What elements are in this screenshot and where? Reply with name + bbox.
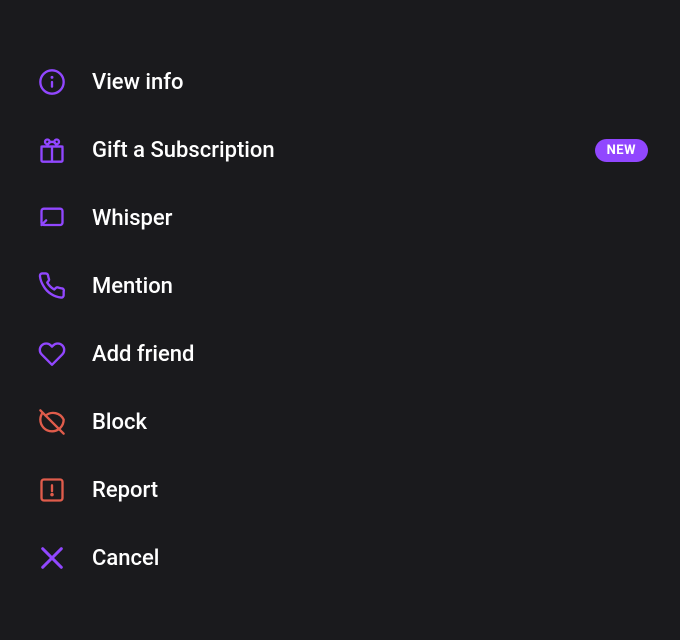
menu-label-mention: Mention: [92, 274, 173, 299]
phone-icon: [32, 266, 72, 306]
gift-icon: [32, 130, 72, 170]
context-menu: View info Gift a Subscription NEW Whispe…: [0, 38, 680, 602]
info-icon: [32, 62, 72, 102]
menu-item-whisper[interactable]: Whisper: [0, 184, 680, 252]
menu-label-gift-subscription: Gift a Subscription: [92, 138, 275, 163]
heart-icon: [32, 334, 72, 374]
menu-item-report[interactable]: Report: [0, 456, 680, 524]
menu-label-cancel: Cancel: [92, 546, 159, 571]
menu-item-view-info[interactable]: View info: [0, 48, 680, 116]
x-icon: [32, 538, 72, 578]
menu-item-cancel[interactable]: Cancel: [0, 524, 680, 592]
menu-item-block[interactable]: Block: [0, 388, 680, 456]
menu-label-view-info: View info: [92, 70, 184, 95]
menu-item-mention[interactable]: Mention: [0, 252, 680, 320]
report-icon: [32, 470, 72, 510]
menu-item-gift-subscription[interactable]: Gift a Subscription NEW: [0, 116, 680, 184]
new-badge: NEW: [595, 139, 648, 162]
menu-item-add-friend[interactable]: Add friend: [0, 320, 680, 388]
menu-label-whisper: Whisper: [92, 206, 172, 231]
menu-label-block: Block: [92, 410, 147, 435]
menu-label-add-friend: Add friend: [92, 342, 194, 367]
menu-label-report: Report: [92, 478, 158, 503]
chat-icon: [32, 198, 72, 238]
block-icon: [32, 402, 72, 442]
